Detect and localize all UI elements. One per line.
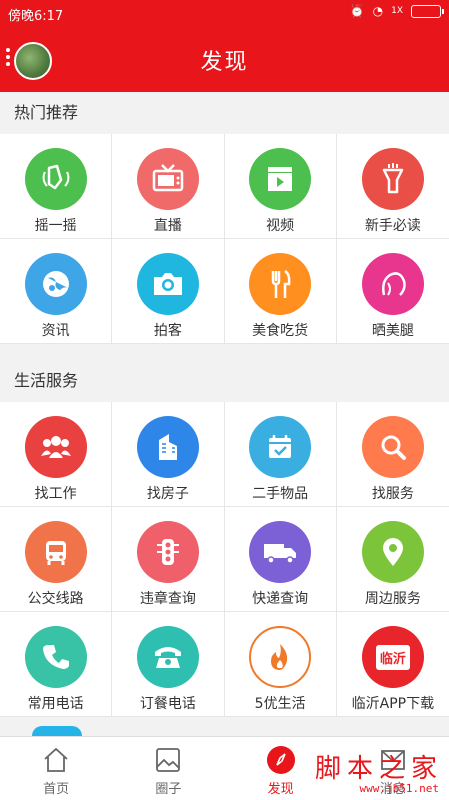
hot-item-label: 直播 xyxy=(153,218,182,234)
life-item-label: 常用电话 xyxy=(27,696,84,712)
life-item[interactable]: 5优生活 xyxy=(224,612,337,717)
life-item[interactable]: 违章查询 xyxy=(112,507,225,612)
truck-icon xyxy=(249,521,312,583)
section-title-life: 生活服务 xyxy=(14,371,79,390)
life-item[interactable]: 临沂临沂APP下载 xyxy=(336,612,449,717)
watermark-url: www.jb51.net xyxy=(359,782,439,795)
shake-hand-icon xyxy=(24,148,87,210)
globe-icon xyxy=(24,253,87,315)
hot-item-label: 晒美腿 xyxy=(371,323,414,339)
hot-item-label: 美食吃货 xyxy=(252,323,309,339)
alarm-icon: ⏰ xyxy=(349,4,365,18)
hot-item[interactable]: 视频 xyxy=(224,134,337,239)
hot-item[interactable]: 新手必读 xyxy=(336,134,449,239)
status-time: 傍晚6:17 xyxy=(8,9,64,24)
woman-face-icon xyxy=(361,253,424,315)
life-item[interactable]: 找房子 xyxy=(112,402,225,507)
calendar-check-icon xyxy=(249,416,312,478)
hot-item[interactable]: 拍客 xyxy=(112,239,225,344)
life-item-label: 快递查询 xyxy=(252,591,309,607)
life-item[interactable]: 常用电话 xyxy=(0,612,113,717)
life-item[interactable]: 找服务 xyxy=(336,402,449,507)
life-item[interactable]: 二手物品 xyxy=(224,402,337,507)
tab-label: 圈子 xyxy=(155,782,182,797)
next-item-peek xyxy=(32,726,82,736)
page-title: 发现 xyxy=(200,50,249,75)
life-item-label: 5优生活 xyxy=(254,696,306,712)
search-icon xyxy=(361,416,424,478)
hot-grid: 摇一摇 直播 视频 新手必读资讯 拍客 美食吃货 晒美腿 xyxy=(0,134,449,344)
life-item-label: 违章查询 xyxy=(139,591,196,607)
fork-knife-icon xyxy=(249,253,312,315)
hot-item-label: 摇一摇 xyxy=(34,218,77,234)
app-header: 发现 xyxy=(0,26,449,92)
video-clapper-icon xyxy=(249,148,312,210)
life-item-label: 找房子 xyxy=(146,486,189,502)
hot-item[interactable]: 直播 xyxy=(112,134,225,239)
signal-label: 1X xyxy=(391,6,403,16)
hot-item[interactable]: 资讯 xyxy=(0,239,113,344)
life-item-label: 临沂APP下载 xyxy=(351,696,435,712)
life-item-label: 订餐电话 xyxy=(139,696,196,712)
compass-icon xyxy=(266,745,296,775)
life-item[interactable]: 快递查询 xyxy=(224,507,337,612)
tab-home[interactable]: 首页 xyxy=(0,737,112,800)
watermark-logo: 脚本之家 xyxy=(314,754,443,784)
bus-icon xyxy=(24,521,87,583)
life-item[interactable]: 找工作 xyxy=(0,402,113,507)
life-item-label: 周边服务 xyxy=(364,591,421,607)
people-icon xyxy=(24,416,87,478)
battery-icon xyxy=(411,4,444,18)
life-item-label: 找服务 xyxy=(371,486,414,502)
life-item-label: 找工作 xyxy=(34,486,77,502)
hot-item-label: 资讯 xyxy=(41,323,70,339)
life-item-label: 二手物品 xyxy=(252,486,309,502)
rotary-phone-icon xyxy=(136,626,199,688)
image-icon xyxy=(153,745,183,775)
life-grid: 找工作 找房子 二手物品 找服务公交线路 违章查询 快递查询 周边服务常用电话 订餐电话 5优生… xyxy=(0,402,449,717)
hot-item[interactable]: 美食吃货 xyxy=(224,239,337,344)
app-badge-text: 临沂 xyxy=(375,644,410,670)
status-bar: 傍晚6:17 ⏰ ◔ 1X xyxy=(0,0,449,26)
location-pin-icon xyxy=(361,521,424,583)
linyi-app-icon: 临沂 xyxy=(361,626,424,688)
hot-item[interactable]: 摇一摇 xyxy=(0,134,113,239)
building-icon xyxy=(136,416,199,478)
wifi-icon: ◔ xyxy=(372,4,384,18)
traffic-light-icon xyxy=(136,521,199,583)
tab-label: 首页 xyxy=(43,782,70,797)
home-icon xyxy=(41,745,71,775)
status-icons: ⏰ ◔ 1X xyxy=(349,4,444,18)
flame-icon xyxy=(249,626,312,688)
life-item[interactable]: 周边服务 xyxy=(336,507,449,612)
life-item[interactable]: 公交线路 xyxy=(0,507,113,612)
section-title-hot: 热门推荐 xyxy=(14,103,79,122)
camera-icon xyxy=(136,253,199,315)
hot-item-label: 视频 xyxy=(266,218,295,234)
tv-icon xyxy=(136,148,199,210)
life-item-label: 公交线路 xyxy=(27,591,84,607)
life-item[interactable]: 订餐电话 xyxy=(112,612,225,717)
flashlight-icon xyxy=(361,148,424,210)
hot-item-label: 拍客 xyxy=(153,323,182,339)
tab-label: 发现 xyxy=(267,782,294,797)
phone-icon xyxy=(24,626,87,688)
hot-item[interactable]: 晒美腿 xyxy=(336,239,449,344)
hot-item-label: 新手必读 xyxy=(364,218,421,234)
tab-image[interactable]: 圈子 xyxy=(112,737,224,800)
